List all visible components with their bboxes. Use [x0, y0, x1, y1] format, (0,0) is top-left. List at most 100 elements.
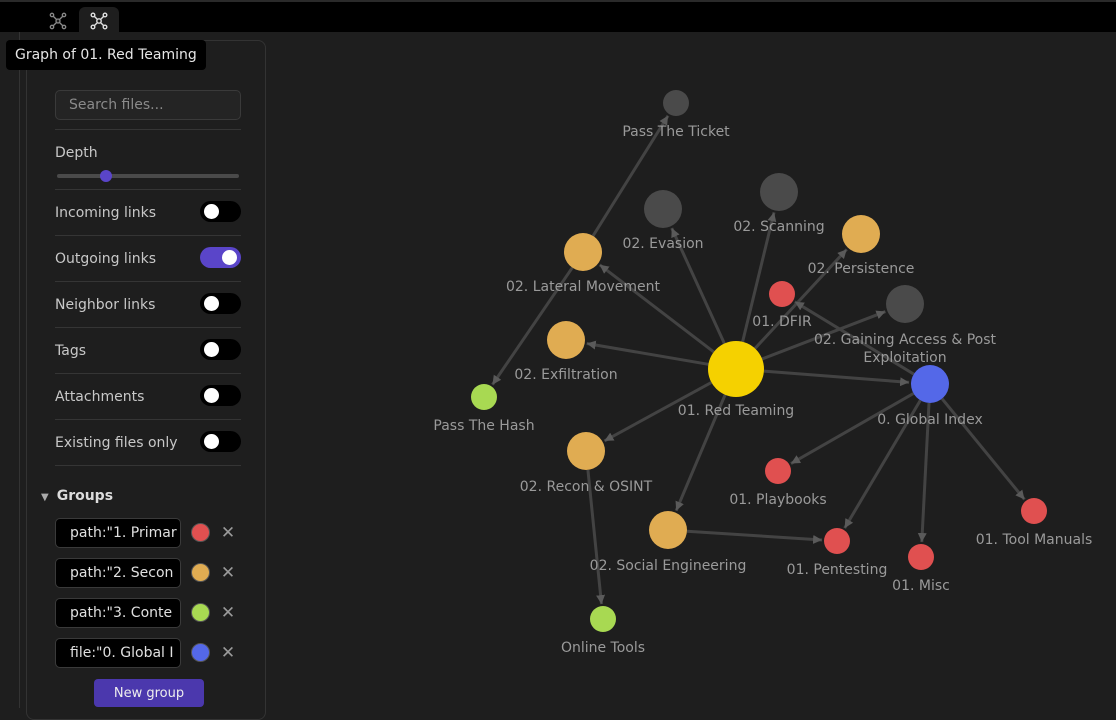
incoming-links-label: Incoming links	[55, 205, 157, 221]
graph-node-label: Pass The Hash	[433, 418, 534, 434]
graph-node-pentesting[interactable]: 01. Pentesting	[787, 528, 888, 578]
graph-node-label: 02. Lateral Movement	[506, 279, 661, 295]
divider	[55, 465, 241, 466]
group-query-input[interactable]: path:"2. Secon	[55, 558, 181, 588]
graph-node-label: 02. Recon & OSINT	[520, 479, 653, 495]
divider	[55, 373, 241, 374]
graph-node-circle[interactable]	[590, 606, 616, 632]
divider	[55, 419, 241, 420]
neighbor-links-toggle[interactable]	[200, 293, 241, 314]
graph-node-online-tools[interactable]: Online Tools	[561, 606, 645, 656]
graph-node-label: 01. Misc	[892, 578, 950, 594]
graph-node-circle[interactable]	[886, 285, 924, 323]
depth-slider[interactable]	[57, 170, 239, 182]
graph-node-circle[interactable]	[649, 511, 687, 549]
graph-node-social[interactable]: 02. Social Engineering	[590, 511, 747, 574]
toggle-knob	[204, 434, 219, 449]
neighbor-links-label: Neighbor links	[55, 297, 156, 313]
graph-node-circle[interactable]	[644, 190, 682, 228]
graph-node-label: 01. Tool Manuals	[976, 532, 1093, 548]
graph-node-circle[interactable]	[471, 384, 497, 410]
graph-edge	[686, 529, 823, 544]
toggle-knob	[204, 388, 219, 403]
graph-edge	[763, 369, 910, 387]
graph-edge	[790, 392, 915, 465]
graph-node-playbooks[interactable]: 01. Playbooks	[729, 458, 827, 508]
graph-edge	[598, 263, 715, 354]
attachments-label: Attachments	[55, 389, 145, 405]
graph-node-global-index[interactable]: 0. Global Index	[877, 365, 983, 428]
search-input[interactable]	[55, 90, 241, 120]
graph-node-circle[interactable]	[760, 173, 798, 211]
tags-toggle[interactable]	[200, 339, 241, 360]
group-color-swatch[interactable]	[191, 603, 210, 622]
graph-node-label: 01. Red Teaming	[678, 403, 794, 419]
graph-node-circle[interactable]	[769, 281, 795, 307]
graph-node-label: 02. Scanning	[733, 219, 824, 235]
graph-node-circle[interactable]	[765, 458, 791, 484]
close-icon[interactable]: ✕	[220, 525, 236, 542]
toggle-knob	[222, 250, 237, 265]
attachments-toggle[interactable]	[200, 385, 241, 406]
depth-slider-thumb[interactable]	[100, 170, 113, 182]
chevron-down-icon: ▼	[41, 492, 49, 503]
graph-node-circle[interactable]	[564, 233, 602, 271]
graph-node-circle[interactable]	[1021, 498, 1047, 524]
graph-node-circle[interactable]	[911, 365, 949, 403]
group-color-swatch[interactable]	[191, 563, 210, 582]
graph-node-label: 01. Pentesting	[787, 562, 888, 578]
graph-node-pass-ticket[interactable]: Pass The Ticket	[622, 90, 730, 140]
graph-node-label: 02. Persistence	[808, 261, 915, 277]
graph-node-label: 02. Social Engineering	[590, 558, 747, 574]
existing-files-only-label: Existing files only	[55, 435, 178, 451]
left-ribbon	[0, 32, 20, 708]
graph-node-tool-manuals[interactable]: 01. Tool Manuals	[976, 498, 1093, 548]
group-query-input[interactable]: path:"3. Conte	[55, 598, 181, 628]
graph-node-label: 02. Evasion	[622, 236, 703, 252]
graph-node-gaining[interactable]: 02. Gaining Access & Post Exploitation	[814, 285, 997, 366]
group-query-input[interactable]: path:"1. Primar	[55, 518, 181, 548]
graph-node-label: Pass The Ticket	[622, 124, 730, 140]
divider	[55, 129, 241, 130]
group-color-swatch[interactable]	[191, 523, 210, 542]
graph-node-circle[interactable]	[824, 528, 850, 554]
incoming-links-toggle[interactable]	[200, 201, 241, 222]
existing-files-only-toggle[interactable]	[200, 431, 241, 452]
graph-node-label: 01. Playbooks	[729, 492, 826, 508]
graph-node-scanning[interactable]: 02. Scanning	[733, 173, 825, 235]
graph-node-circle[interactable]	[567, 432, 605, 470]
toggle-knob	[204, 342, 219, 357]
group-query-input[interactable]: file:"0. Global I	[55, 638, 181, 668]
group-color-swatch[interactable]	[191, 643, 210, 662]
graph-node-recon[interactable]: 02. Recon & OSINT	[520, 432, 653, 495]
graph-settings-panel: Depth Incoming links Outgoing links Neig…	[26, 40, 266, 720]
graph-node-misc[interactable]: 01. Misc	[892, 544, 950, 594]
graph-node-circle[interactable]	[708, 341, 764, 397]
groups-header[interactable]: ▼ Groups	[41, 488, 113, 504]
graph-node-circle[interactable]	[842, 215, 880, 253]
close-icon[interactable]: ✕	[220, 605, 236, 622]
divider	[55, 281, 241, 282]
close-icon[interactable]: ✕	[220, 645, 236, 662]
graph-node-evasion[interactable]: 02. Evasion	[622, 190, 704, 252]
graph-node-circle[interactable]	[547, 321, 585, 359]
groups-title: Groups	[56, 488, 114, 504]
toggle-knob	[204, 296, 219, 311]
outgoing-links-label: Outgoing links	[55, 251, 156, 267]
depth-label: Depth	[55, 145, 98, 161]
divider	[55, 327, 241, 328]
toggle-knob	[204, 204, 219, 219]
outgoing-links-toggle[interactable]	[200, 247, 241, 268]
graph-node-label: 0. Global Index	[877, 412, 982, 428]
divider	[55, 235, 241, 236]
graph-node-circle[interactable]	[663, 90, 689, 116]
graph-node-label: Exploitation	[863, 350, 946, 366]
graph-edge	[586, 340, 709, 366]
graph-node-label: 01. DFIR	[752, 314, 812, 330]
graph-node-pass-hash[interactable]: Pass The Hash	[433, 384, 535, 434]
graph-node-circle[interactable]	[908, 544, 934, 570]
new-group-button[interactable]: New group	[94, 679, 204, 707]
graph-node-label: 02. Exfiltration	[514, 367, 617, 383]
divider	[55, 189, 241, 190]
close-icon[interactable]: ✕	[220, 565, 236, 582]
